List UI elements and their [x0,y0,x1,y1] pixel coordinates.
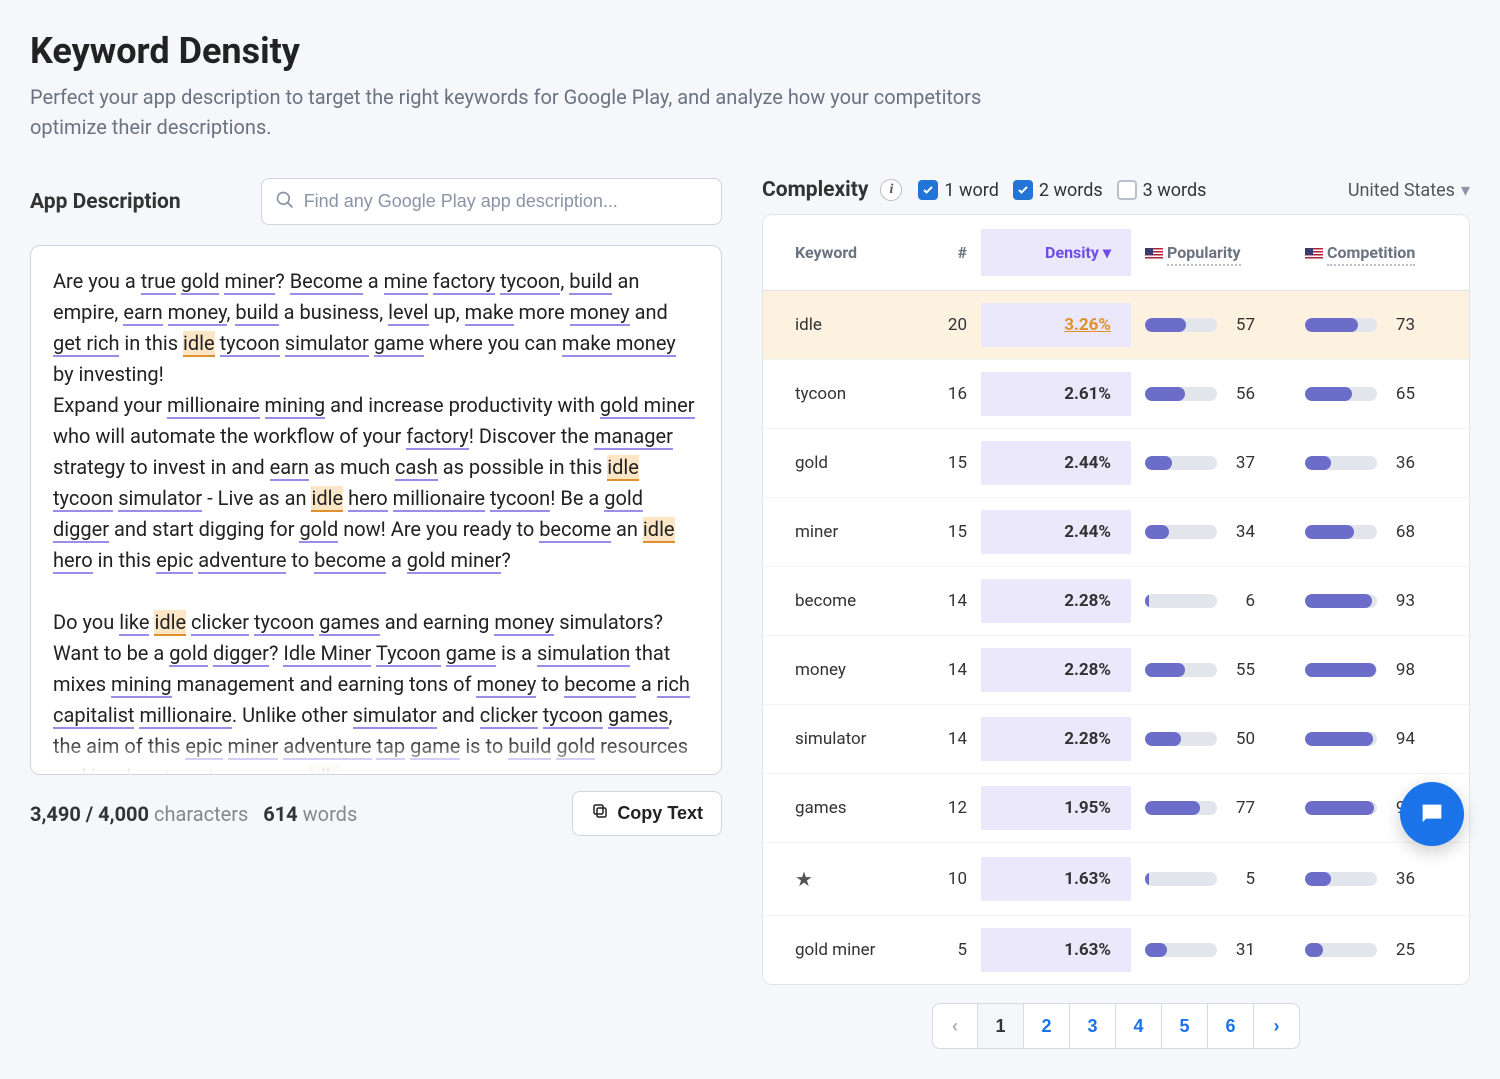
chat-fab[interactable] [1400,782,1464,846]
table-row[interactable]: miner152.44%3468 [763,498,1469,567]
col-density[interactable]: Density ▾ [981,229,1131,276]
col-competition[interactable]: Competition [1291,229,1451,276]
chat-icon [1418,800,1446,828]
chevron-down-icon: ▾ [1461,180,1470,201]
table-row[interactable]: become142.28%693 [763,567,1469,636]
page-4[interactable]: 4 [1116,1003,1162,1049]
table-row[interactable]: games121.95%7796 [763,774,1469,843]
page-1[interactable]: 1 [978,1003,1024,1049]
page-next[interactable]: › [1254,1003,1300,1049]
search-input[interactable] [261,178,722,225]
keyword-table: Keyword # Density ▾ Popularity Competiti… [762,214,1470,985]
table-row[interactable]: gold miner51.63%3125 [763,916,1469,984]
checkbox-2-words[interactable]: 2 words [1013,180,1103,201]
page-2[interactable]: 2 [1024,1003,1070,1049]
country-selector[interactable]: United States ▾ [1348,180,1470,201]
table-row[interactable]: money142.28%5598 [763,636,1469,705]
character-word-counts: 3,490 / 4,000 characters 614 words [30,802,357,826]
pagination: ‹ 1 2 3 4 5 6 › [762,1003,1470,1049]
table-row[interactable]: gold152.44%3736 [763,429,1469,498]
table-row[interactable]: idle203.26%5773 [763,291,1469,360]
flag-us-icon [1305,248,1323,260]
table-row[interactable]: ★101.63%536 [763,843,1469,916]
page-6[interactable]: 6 [1208,1003,1254,1049]
page-title: Keyword Density [30,30,1470,72]
page-3[interactable]: 3 [1070,1003,1116,1049]
description-textarea[interactable]: Are you a true gold miner? Become a mine… [30,245,722,775]
info-icon[interactable]: i [880,179,902,201]
checkbox-1-word[interactable]: 1 word [918,180,998,201]
complexity-label: Complexity [762,178,868,202]
table-row[interactable]: simulator142.28%5094 [763,705,1469,774]
checkbox-3-words[interactable]: 3 words [1117,180,1207,201]
flag-us-icon [1145,248,1163,260]
col-count[interactable]: # [911,229,981,276]
page-prev[interactable]: ‹ [932,1003,978,1049]
copy-text-button[interactable]: Copy Text [572,791,722,836]
table-row[interactable]: tycoon162.61%5665 [763,360,1469,429]
page-subtitle: Perfect your app description to target t… [30,82,1030,142]
col-popularity[interactable]: Popularity [1131,229,1291,276]
copy-icon [591,802,609,825]
page-5[interactable]: 5 [1162,1003,1208,1049]
star-icon: ★ [795,867,813,891]
search-icon [275,190,295,214]
app-description-label: App Description [30,190,181,214]
col-keyword[interactable]: Keyword [781,229,911,276]
